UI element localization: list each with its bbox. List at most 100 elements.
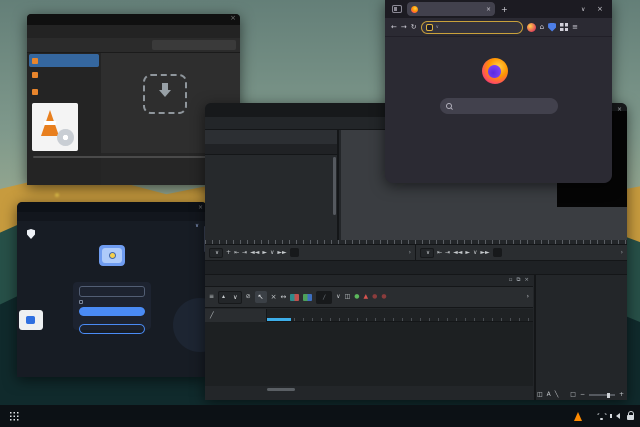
firefox-view-icon[interactable] (392, 5, 402, 13)
close-icon[interactable]: × (597, 5, 603, 13)
menu-icon[interactable]: ≡ (572, 23, 578, 31)
zone-in-icon[interactable]: ⇤ (437, 250, 442, 256)
effects-toolbar (205, 130, 337, 144)
bitwarden-titlebar[interactable]: × (17, 202, 207, 212)
sidebar-item-playlist[interactable] (29, 54, 99, 67)
chevron-down-icon[interactable]: ∨ (336, 294, 340, 300)
forward-icon[interactable]: ►► (480, 250, 489, 256)
insert-zone-icon[interactable] (303, 294, 312, 301)
project-monitor-toolbar: ∨ ⇤ ⇥ ◄◄ ► ∨ ►► › (415, 245, 627, 260)
url-bar[interactable]: ∨ (421, 21, 523, 34)
reload-icon[interactable]: ↻ (411, 23, 417, 31)
select-status-icon[interactable]: ◫ (537, 392, 543, 398)
snap-icon[interactable]: ⊘ (246, 294, 251, 300)
lock-icon[interactable] (627, 415, 634, 420)
extensions-icon[interactable] (560, 23, 568, 31)
drop-zone[interactable] (143, 74, 187, 114)
forward-icon[interactable]: → (401, 23, 407, 31)
close-icon[interactable]: × (198, 204, 203, 211)
tab-new-tab[interactable]: × (407, 2, 495, 16)
marker-red-icon[interactable]: ▲ (363, 294, 368, 300)
forward-icon[interactable]: ►► (277, 250, 286, 256)
zoom-in-icon[interactable]: + (619, 392, 624, 398)
effects-category-list (205, 155, 337, 240)
firefox-window: × + ∨ × ← → ↻ ∨ ⌂ ≡ (385, 0, 612, 183)
delete-marker-icon[interactable]: ● (372, 294, 377, 300)
resolution-dropdown[interactable]: ∨ (209, 248, 223, 258)
play-icon[interactable]: ► (465, 250, 470, 256)
pin-icon[interactable]: ▫ (509, 277, 513, 284)
extension-icon[interactable] (527, 23, 536, 32)
add-icon[interactable]: + (226, 250, 231, 256)
close-icon[interactable]: × (230, 14, 236, 22)
timeline-header: ▫⧉ × (205, 275, 533, 286)
razor-tool[interactable]: × (271, 294, 277, 301)
sidebar-item-media-library[interactable] (29, 68, 99, 81)
new-tab-button[interactable]: + (501, 5, 508, 14)
sequence-cell[interactable]: ╱ (205, 309, 267, 322)
zoom-out-icon[interactable]: − (580, 392, 585, 398)
vlc-titlebar[interactable]: × (27, 14, 240, 25)
wallpaper-firefly (55, 193, 59, 197)
horizontal-scrollbar[interactable] (267, 388, 295, 391)
menu-icon[interactable]: ≡ (209, 294, 214, 300)
checkbox[interactable] (79, 300, 83, 304)
monitor-toolbars: ∨ + ⇤ ⇥ ◄◄ ► ∨ ►► › ∨ ⇤ ⇥ ◄◄ ► ∨ ►► › (205, 244, 627, 260)
tab-list-icon[interactable]: ∨ (581, 6, 585, 13)
rewind-icon[interactable]: ◄◄ (250, 250, 259, 256)
overflow-icon[interactable]: › (621, 249, 623, 256)
playlist-search-input[interactable] (152, 40, 236, 50)
zone-in-icon[interactable]: ⇤ (234, 250, 239, 256)
float-icon[interactable]: ⧉ (516, 277, 520, 284)
bitwarden-extension-icon[interactable] (548, 23, 556, 32)
overflow-icon[interactable]: › (527, 294, 529, 300)
vault-illustration (99, 245, 125, 266)
taskbar (0, 405, 640, 427)
zone-out-icon[interactable]: ⇥ (445, 250, 450, 256)
search-engine-icon[interactable] (426, 24, 433, 31)
zoom-slider[interactable] (589, 394, 615, 396)
account-switcher[interactable]: ∨ (195, 223, 199, 229)
network-icon[interactable] (596, 412, 606, 420)
scrollbar[interactable] (333, 157, 336, 215)
mixer-toggle-icon[interactable]: ◫ (345, 294, 351, 300)
app-launcher-icon[interactable] (9, 411, 19, 421)
effects-panel (205, 130, 339, 240)
continue-button[interactable] (79, 307, 145, 316)
chevron-down-icon[interactable]: ∨ (473, 250, 477, 256)
zone-out-icon[interactable]: ⇥ (242, 250, 247, 256)
back-icon[interactable]: ← (391, 23, 397, 31)
overflow-icon[interactable]: › (409, 249, 411, 256)
draw-status-icon[interactable]: ╲ (555, 392, 559, 398)
play-icon[interactable]: ► (262, 250, 267, 256)
timeline-zone[interactable] (267, 318, 291, 321)
newtab-search-bar[interactable] (440, 98, 558, 114)
resolution-dropdown[interactable]: ∨ (420, 248, 434, 258)
delete-zone-icon[interactable]: ● (381, 294, 386, 300)
fullscreen-toggle[interactable] (493, 248, 502, 257)
vlc-tray-icon[interactable] (574, 412, 582, 421)
audio-status-icon[interactable]: A (547, 392, 551, 398)
firefox-tabbar: × + ∨ × (385, 0, 612, 18)
close-icon[interactable]: × (524, 277, 529, 284)
timeline-ruler[interactable]: ╱ (205, 309, 533, 322)
sidebar-item-my-videos[interactable] (29, 85, 99, 98)
effects-search-input[interactable] (205, 144, 337, 155)
chevron-down-icon[interactable]: ∨ (270, 250, 274, 256)
firefox-logo (482, 58, 508, 84)
volume-icon[interactable] (613, 413, 620, 419)
edit-mode-dropdown[interactable]: ▴∨ (218, 291, 242, 304)
seek-slider[interactable] (33, 156, 223, 158)
spacer-tool[interactable]: ↔ (280, 294, 286, 301)
rewind-icon[interactable]: ◄◄ (453, 250, 462, 256)
remember-email-row[interactable] (79, 300, 85, 304)
home-icon[interactable]: ⌂ (540, 23, 544, 31)
mix-clips-icon[interactable] (290, 294, 299, 301)
email-field[interactable] (79, 286, 145, 297)
fullscreen-toggle[interactable] (290, 248, 299, 257)
sso-button[interactable] (79, 324, 145, 334)
selection-tool[interactable]: ↖ (255, 291, 267, 303)
tab-close-icon[interactable]: × (486, 6, 491, 13)
fit-zoom-icon[interactable]: □ (570, 392, 576, 398)
marker-green-icon[interactable]: ● (354, 294, 359, 300)
